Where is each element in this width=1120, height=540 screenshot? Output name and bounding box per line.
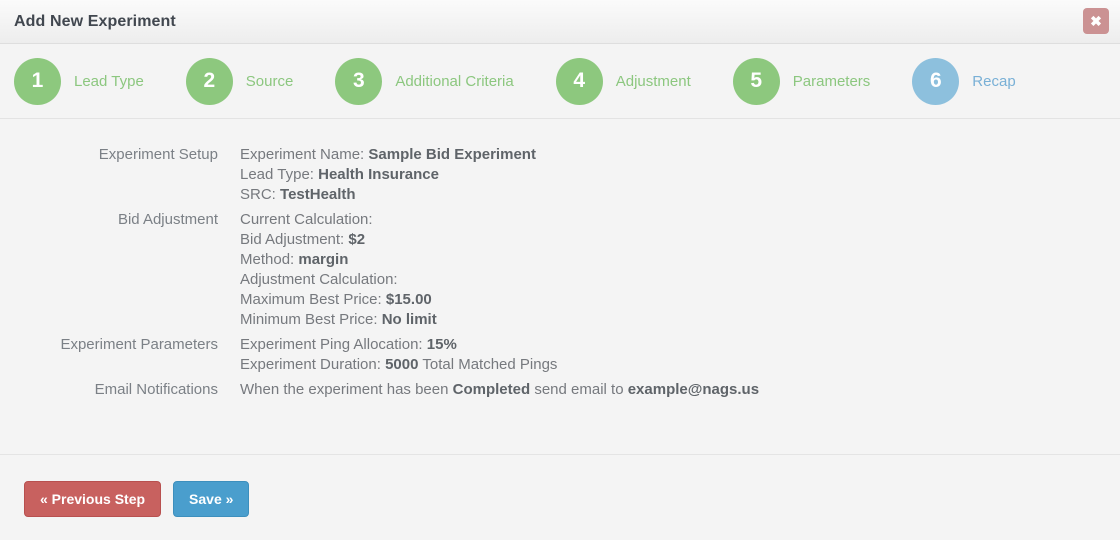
step-label: Parameters: [792, 72, 871, 90]
recap-row-label: Experiment Parameters: [60, 336, 218, 353]
wizard-step-2[interactable]: 2 Source: [185, 57, 294, 105]
save-button[interactable]: Save »: [173, 481, 250, 517]
recap-line-text: Method:: [240, 251, 299, 268]
recap-line-value: No limit: [381, 311, 437, 328]
recap-line-value: Sample Bid Experiment: [368, 146, 536, 163]
page-title: Add New Experiment: [14, 12, 176, 30]
recap-row-label: Experiment Setup: [98, 146, 218, 163]
recap-row-values: Experiment Ping Allocation: 15% Experimen…: [218, 335, 557, 375]
wizard-step-3[interactable]: 3 Additional Criteria: [335, 57, 514, 105]
step-label: Lead Type: [74, 72, 144, 90]
recap-line-text: Maximum Best Price:: [240, 291, 386, 308]
step-number-badge: 1: [14, 57, 61, 105]
recap-line: Experiment Duration: 5000 Total Matched …: [240, 355, 557, 375]
recap-line: Current Calculation:: [240, 210, 437, 230]
recap-line-value: $15.00: [385, 291, 432, 308]
modal-footer: « Previous Step Save »: [0, 455, 1120, 540]
step-number-badge: 6: [912, 57, 960, 105]
step-label: Recap: [972, 72, 1016, 90]
recap-line: Method: margin: [240, 250, 437, 270]
recap-row-label: Bid Adjustment: [117, 211, 218, 228]
wizard-step-5[interactable]: 5 Parameters: [732, 57, 871, 105]
add-experiment-modal: Add New Experiment ✖ 1 Lead Type 2 Source 3 A…: [0, 0, 1120, 540]
recap-row-values: Current Calculation: Bid Adjustment: $2 Me…: [218, 210, 437, 330]
step-label: Source: [245, 72, 294, 90]
recap-line-value-secondary: example@nags.us: [627, 381, 760, 398]
recap-line-text: SRC:: [240, 186, 281, 203]
recap-row: Email Notifications When the experiment h…: [0, 380, 1120, 400]
recap-row: Bid Adjustment Current Calculation: Bid Ad…: [0, 210, 1120, 330]
recap-line-value: $2: [348, 231, 366, 248]
recap-row: Experiment Setup Experiment Name: Sample …: [0, 145, 1120, 205]
recap-line-text: Lead Type:: [240, 166, 319, 183]
recap-row-label: Email Notifications: [94, 381, 218, 398]
step-number-badge: 4: [555, 57, 603, 105]
recap-line-value: TestHealth: [280, 186, 356, 203]
recap-line-suffix: Total Matched Pings: [418, 356, 558, 373]
recap-line-text: When the experiment has been: [240, 381, 453, 398]
recap-line: Adjustment Calculation:: [240, 270, 437, 290]
recap-line-text: Bid Adjustment:: [240, 231, 349, 248]
recap-line-value: Completed: [452, 381, 531, 398]
recap-line: Experiment Ping Allocation: 15%: [240, 335, 557, 355]
recap-line: When the experiment has been Completed s…: [240, 380, 759, 400]
previous-step-button[interactable]: « Previous Step: [24, 481, 162, 517]
recap-line-value: Health Insurance: [318, 166, 439, 183]
recap-line: Lead Type: Health Insurance: [240, 165, 536, 185]
recap-line: Maximum Best Price: $15.00: [240, 290, 437, 310]
recap-content: Experiment Setup Experiment Name: Sample …: [0, 119, 1120, 455]
recap-row-values: When the experiment has been Completed s…: [218, 380, 759, 400]
recap-line: Minimum Best Price: No limit: [240, 310, 437, 330]
modal-header: Add New Experiment ✖: [0, 0, 1120, 44]
recap-line: Bid Adjustment: $2: [240, 230, 437, 250]
recap-line: Experiment Name: Sample Bid Experiment: [240, 145, 536, 165]
step-label: Adjustment: [615, 72, 691, 90]
step-number-badge: 5: [732, 57, 780, 105]
recap-line-value: 15%: [426, 336, 457, 353]
wizard-step-1[interactable]: 1 Lead Type: [14, 57, 144, 105]
recap-line: SRC: TestHealth: [240, 185, 536, 205]
recap-line-text: Adjustment Calculation:: [240, 271, 398, 288]
step-number-badge: 3: [335, 57, 383, 105]
step-label: Additional Criteria: [395, 72, 514, 90]
recap-line-value: margin: [298, 251, 349, 268]
recap-line-suffix: send email to: [530, 381, 628, 398]
wizard-step-6[interactable]: 6 Recap: [912, 57, 1016, 105]
close-icon[interactable]: ✖: [1083, 8, 1109, 34]
wizard-step-4[interactable]: 4 Adjustment: [555, 57, 691, 105]
recap-line-value: 5000: [385, 356, 419, 373]
recap-line-text: Current Calculation:: [240, 211, 373, 228]
recap-line-text: Minimum Best Price:: [240, 311, 382, 328]
step-number-badge: 2: [185, 57, 233, 105]
recap-row: Experiment Parameters Experiment Ping All…: [0, 335, 1120, 375]
wizard-steps: 1 Lead Type 2 Source 3 Additional Criteria 4 Ad…: [0, 44, 1120, 119]
recap-line-text: Experiment Duration:: [240, 356, 386, 373]
recap-line-text: Experiment Name:: [240, 146, 369, 163]
recap-row-values: Experiment Name: Sample Bid Experiment Le…: [218, 145, 536, 205]
recap-line-text: Experiment Ping Allocation:: [240, 336, 427, 353]
